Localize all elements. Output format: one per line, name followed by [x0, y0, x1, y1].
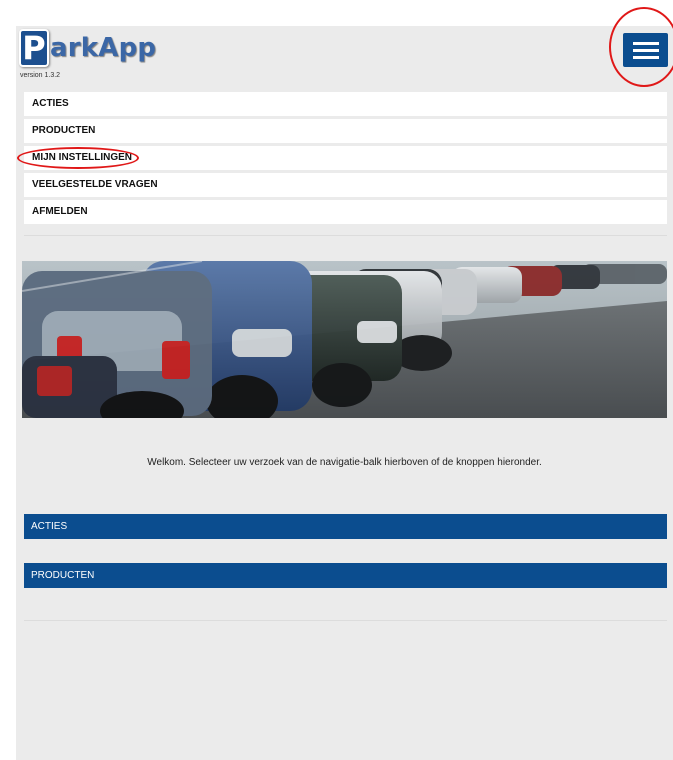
- nav-item-mijn-instellingen[interactable]: MIJN INSTELLINGEN: [24, 146, 667, 170]
- hamburger-menu-icon-bar: [632, 55, 659, 59]
- logo-p-badge: P: [19, 29, 49, 67]
- nav-item-producten[interactable]: PRODUCTEN: [24, 119, 667, 143]
- divider: [24, 235, 667, 236]
- hamburger-menu-button[interactable]: [623, 33, 668, 67]
- nav-menu: ACTIES PRODUCTEN MIJN INSTELLINGEN VEELG…: [24, 92, 667, 227]
- parked-cars-illustration: [22, 261, 667, 418]
- acties-button[interactable]: ACTIES: [24, 514, 667, 539]
- hamburger-menu-icon-bar: [632, 48, 659, 52]
- header: P arkApp version 1.3.2: [16, 7, 673, 88]
- welcome-text: Welkom. Selecteer uw verzoek van de navi…: [147, 457, 542, 468]
- logo-text: arkApp: [50, 33, 157, 63]
- nav-item-acties[interactable]: ACTIES: [24, 92, 667, 116]
- banner-image: [22, 261, 667, 418]
- nav-item-afmelden[interactable]: AFMELDEN: [24, 200, 667, 224]
- divider: [24, 620, 667, 621]
- version-label: version 1.3.2: [20, 72, 61, 79]
- app-container: P arkApp version 1.3.2 ACTIES PRODUCTEN …: [16, 7, 673, 760]
- producten-button[interactable]: PRODUCTEN: [24, 563, 667, 588]
- hamburger-menu-icon: [632, 41, 659, 45]
- nav-item-veelgestelde-vragen[interactable]: VEELGESTELDE VRAGEN: [24, 173, 667, 197]
- parkapp-logo[interactable]: P arkApp: [19, 27, 156, 67]
